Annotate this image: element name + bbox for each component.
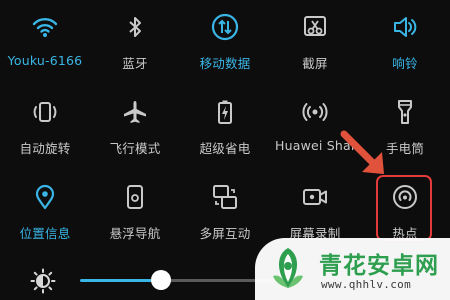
location-icon: [35, 184, 55, 210]
tile-multi-screen[interactable]: 多屏互动: [180, 175, 270, 245]
tile-label: 自动旋转: [19, 141, 71, 156]
watermark: 青花安卓网 www.qhhlv.com: [255, 238, 450, 300]
brightness-track-filled: [80, 279, 161, 282]
tile-label: 悬浮导航: [109, 226, 161, 241]
leaf-logo-icon: [273, 248, 303, 288]
tile-floating-nav[interactable]: 悬浮导航: [90, 175, 180, 245]
auto-rotate-icon: [33, 102, 57, 122]
tile-bluetooth[interactable]: 蓝牙: [90, 5, 180, 75]
watermark-name: 青花安卓网: [319, 253, 439, 279]
tile-label: 蓝牙: [122, 56, 148, 71]
brightness-thumb[interactable]: [151, 270, 171, 290]
tile-label: 移动数据: [199, 56, 251, 71]
huawei-share-icon: [302, 103, 328, 121]
watermark-url: www.qhhlv.com: [321, 278, 411, 291]
tile-label: Youku-6166: [7, 53, 83, 68]
tile-sound[interactable]: 响铃: [360, 5, 450, 75]
tile-label: 飞行模式: [109, 141, 161, 156]
tile-wifi[interactable]: Youku-6166: [0, 5, 90, 75]
sound-icon: [394, 17, 417, 37]
airplane-icon: [124, 101, 146, 123]
battery-saver-icon: [218, 100, 232, 124]
multi-screen-icon: [213, 185, 237, 209]
tile-battery-saver[interactable]: 超级省电: [180, 90, 270, 160]
tile-airplane[interactable]: 飞行模式: [90, 90, 180, 160]
tile-label: 位置信息: [19, 226, 71, 241]
wifi-icon: [32, 18, 58, 37]
tile-location[interactable]: 位置信息: [0, 175, 90, 245]
tile-label: 多屏互动: [199, 226, 251, 241]
tile-label: 响铃: [392, 56, 418, 71]
floating-nav-icon: [127, 185, 143, 209]
screenshot-icon: [304, 16, 326, 36]
tile-screenshot[interactable]: 截屏: [270, 5, 360, 75]
mobile-data-icon: [211, 13, 239, 41]
brightness-icon: [30, 268, 56, 294]
screen-record-icon: [303, 189, 327, 205]
tile-auto-rotate[interactable]: 自动旋转: [0, 90, 90, 160]
flashlight-icon: [398, 100, 412, 124]
tile-label: 截屏: [302, 56, 328, 71]
quick-settings-panel: Youku-6166 蓝牙 移动数据 截屏 响铃 自动旋转 飞行模式 超级省电 …: [0, 0, 450, 300]
pointer-arrow-icon: [340, 130, 384, 174]
bluetooth-icon: [129, 17, 141, 37]
tile-label: 超级省电: [199, 141, 251, 156]
tile-row-1: Youku-6166 蓝牙 移动数据 截屏 响铃: [0, 5, 450, 75]
tile-mobile-data[interactable]: 移动数据: [180, 5, 270, 75]
